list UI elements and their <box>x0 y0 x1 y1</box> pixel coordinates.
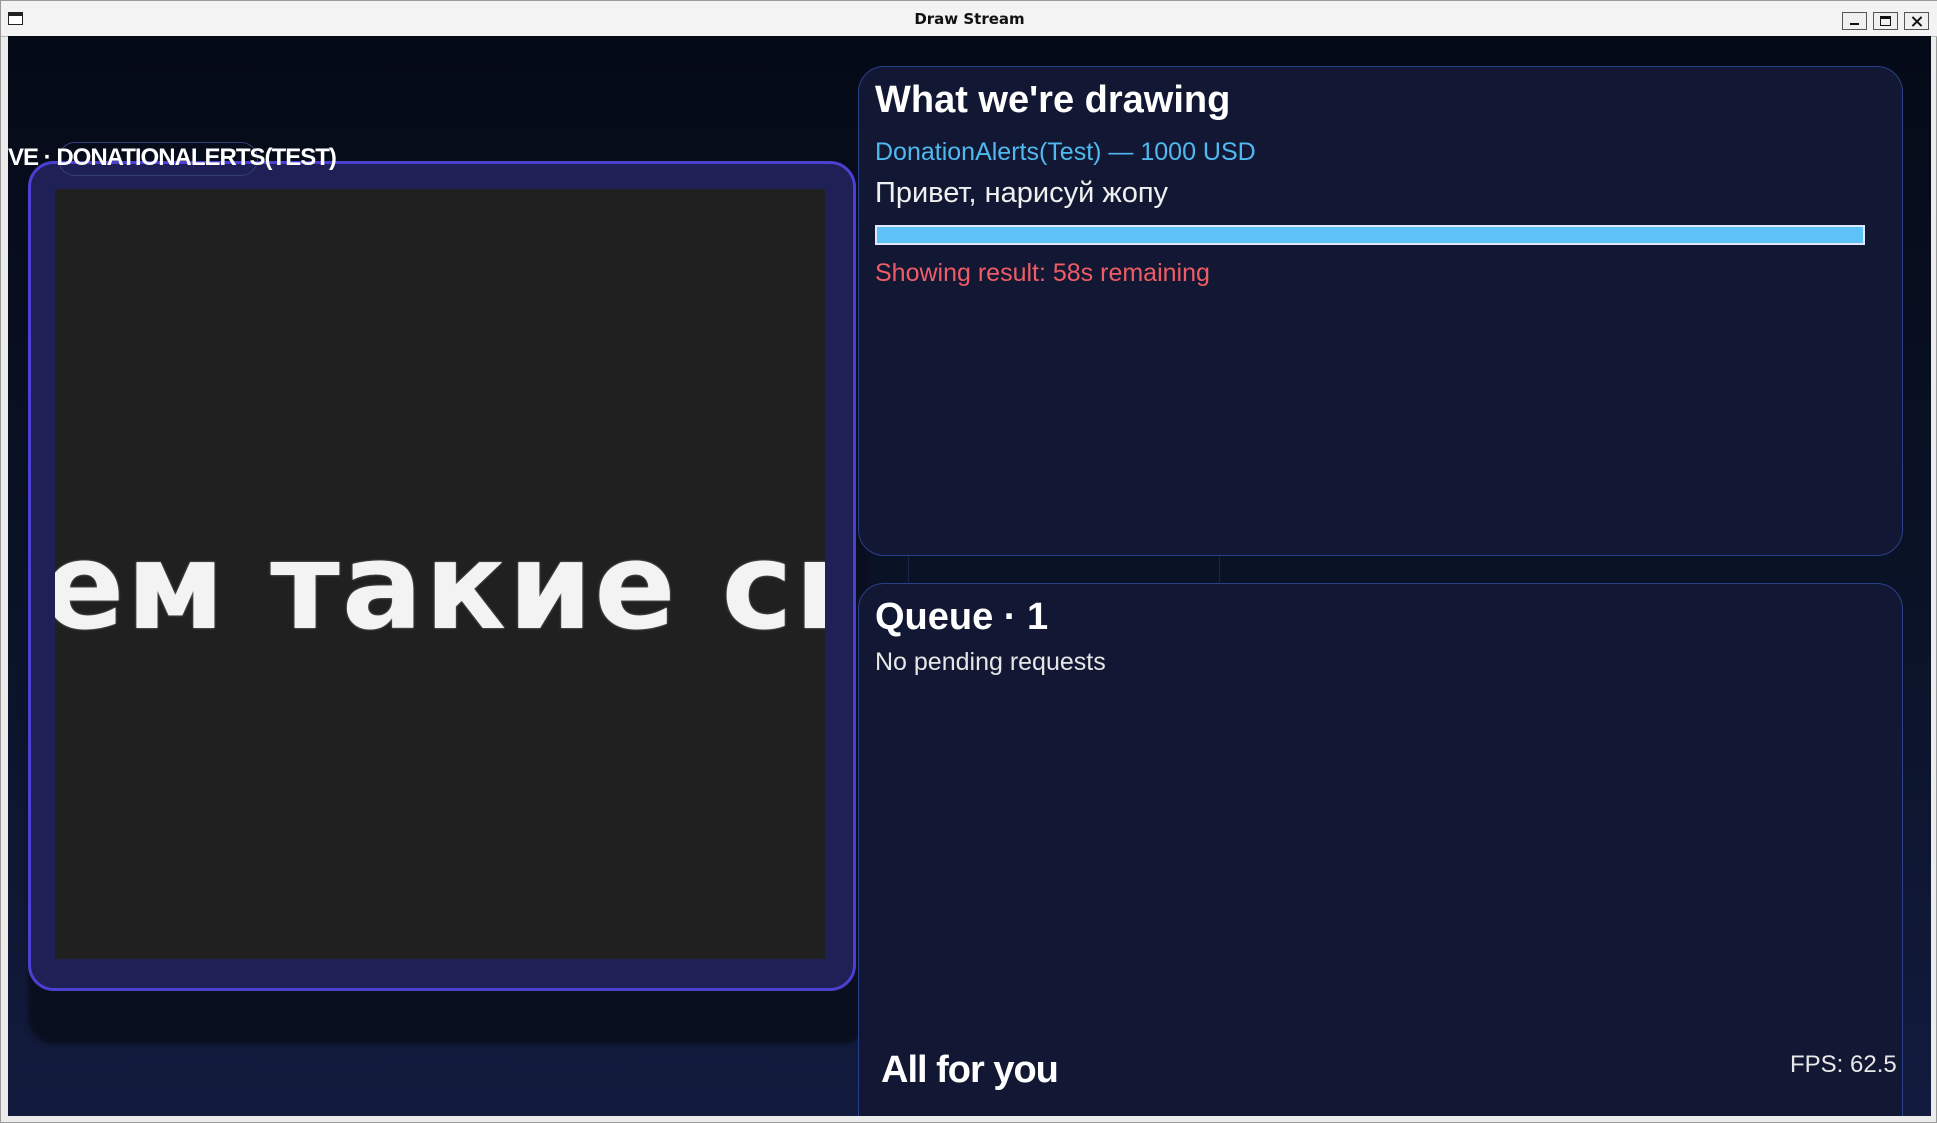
stage-tag: VE · DONATIONALERTS(TEST) <box>8 144 337 171</box>
close-icon <box>1905 13 1928 29</box>
minimize-button[interactable] <box>1842 12 1867 30</box>
maximize-button[interactable] <box>1873 12 1898 30</box>
queue-title: Queue · 1 <box>875 596 1049 638</box>
footer-title: All for you <box>881 1049 1059 1091</box>
title-bar[interactable]: Draw Stream <box>1 1 1937 37</box>
queue-empty-text: No pending requests <box>875 648 1106 676</box>
stream-overlay: ем такие сце VE · DONATIONALERTS(TEST) W… <box>8 36 1931 1116</box>
status-text: Showing result: 58s remaining <box>875 259 1210 287</box>
app-window: Draw Stream ем такие сце VE · DONATIONAL… <box>0 0 1937 1123</box>
canvas-drawing-text: ем такие сце <box>55 518 825 657</box>
panel-divider <box>908 556 1220 582</box>
maximize-icon <box>1874 13 1897 29</box>
progress-fill <box>877 227 1863 243</box>
now-drawing-title: What we're drawing <box>875 79 1231 121</box>
fps-counter: FPS: 62.5 <box>1790 1051 1897 1078</box>
donation-message: Привет, нарисуй жопу <box>875 177 1169 209</box>
progress-bar <box>875 225 1865 245</box>
close-button[interactable] <box>1904 12 1929 30</box>
queue-panel: Queue · 1 No pending requests <box>858 583 1903 1116</box>
now-drawing-panel: What we're drawing DonationAlerts(Test) … <box>858 66 1903 556</box>
minimize-icon <box>1843 13 1866 29</box>
donor-info: DonationAlerts(Test) — 1000 USD <box>875 138 1256 166</box>
drawing-canvas[interactable]: ем такие сце <box>55 189 825 959</box>
window-title: Draw Stream <box>914 10 1025 28</box>
